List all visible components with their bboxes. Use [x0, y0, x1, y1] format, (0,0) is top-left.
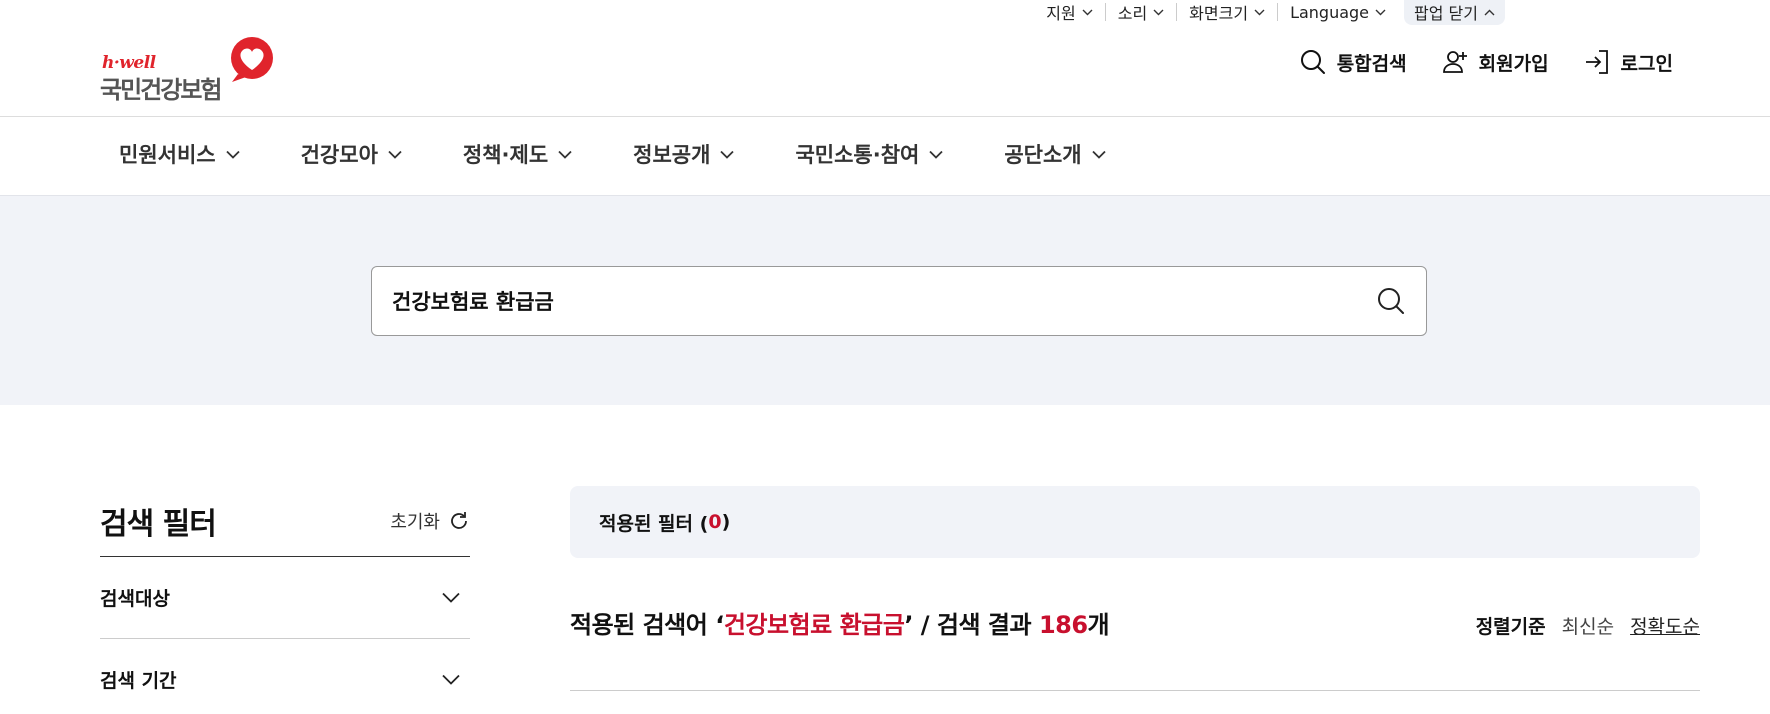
screen-size-menu[interactable]: 화면크기	[1176, 3, 1277, 23]
chevron-down-icon	[929, 150, 943, 159]
support-menu[interactable]: 지원	[1034, 3, 1104, 23]
chevron-down-icon	[225, 150, 240, 159]
applied-filter-count: 0	[708, 511, 722, 533]
chevron-down-icon	[442, 674, 460, 685]
chevron-down-icon	[558, 150, 572, 159]
sort-accuracy[interactable]: 정확도순	[1630, 612, 1700, 639]
login-button[interactable]: 로그인	[1583, 48, 1673, 76]
results-divider	[570, 690, 1700, 691]
login-icon	[1585, 50, 1608, 74]
language-label: Language	[1290, 2, 1370, 22]
result-summary: 적용된 검색어 ‘건강보험료 환급금’ / 검색 결과 186개	[570, 605, 1110, 640]
reset-label: 초기화	[390, 511, 440, 533]
add-user-icon	[1442, 51, 1467, 73]
filter-section-period[interactable]: 검색 기간	[100, 639, 470, 714]
chevron-down-icon	[1091, 150, 1106, 159]
chevron-down-icon	[442, 592, 460, 603]
applied-filter-suffix: )	[721, 511, 731, 533]
header-actions: 통합검색 회원가입 로그인	[1299, 48, 1673, 76]
search-input[interactable]	[372, 267, 1356, 335]
search-filter-panel: 검색 필터 초기화 검색대상 검색 기간	[100, 485, 470, 714]
nav-label: 국민소통·참여	[795, 143, 920, 167]
summary-middle: ’ / 검색 결과	[904, 611, 1039, 639]
nav-about[interactable]: 공단소개	[1004, 139, 1106, 169]
nav-disclosure[interactable]: 정보공개	[633, 139, 735, 169]
filter-reset-button[interactable]: 초기화	[390, 508, 470, 534]
nav-civil-service[interactable]: 민원서비스	[119, 139, 240, 169]
search-icon	[1300, 50, 1325, 74]
nav-label: 정책·제도	[462, 143, 549, 167]
result-count: 186	[1038, 611, 1088, 639]
chevron-down-icon	[1153, 9, 1164, 15]
sound-menu[interactable]: 소리	[1104, 3, 1176, 23]
chevron-down-icon	[720, 150, 735, 159]
sort-latest[interactable]: 최신순	[1562, 612, 1614, 639]
search-submit-button[interactable]	[1356, 266, 1426, 336]
sound-label: 소리	[1117, 4, 1148, 23]
header-divider	[0, 116, 1770, 117]
support-label: 지원	[1046, 4, 1076, 23]
search-icon	[1378, 288, 1404, 314]
refresh-icon	[451, 511, 467, 529]
popup-close-label: 팝업 닫기	[1414, 4, 1478, 23]
filter-section-label: 검색대상	[100, 588, 170, 610]
chevron-down-icon	[1082, 9, 1093, 15]
chevron-up-icon	[1484, 9, 1495, 15]
filter-title: 검색 필터	[100, 506, 217, 542]
login-label: 로그인	[1620, 52, 1673, 75]
nav-label: 공단소개	[1004, 143, 1082, 167]
applied-filter-prefix: 적용된 필터 (	[599, 512, 709, 535]
search-section	[0, 195, 1770, 405]
summary-prefix: 적용된 검색어 ‘	[570, 611, 724, 639]
search-box	[371, 266, 1427, 336]
summary-keyword: 건강보험료 환급금	[723, 611, 905, 639]
nhis-logo[interactable]: h·well 국민건강보험	[100, 36, 280, 104]
filter-section-label: 검색 기간	[100, 670, 177, 692]
nav-label: 건강모아	[300, 143, 378, 167]
summary-suffix: 개	[1087, 611, 1110, 639]
language-menu[interactable]: Language	[1277, 2, 1398, 22]
integrated-search-label: 통합검색	[1336, 52, 1407, 75]
screen-size-label: 화면크기	[1189, 4, 1249, 23]
heart-logo-icon	[231, 37, 273, 82]
nav-label: 정보공개	[633, 143, 711, 167]
nav-policy[interactable]: 정책·제도	[463, 139, 572, 169]
nav-participation[interactable]: 국민소통·참여	[795, 139, 943, 169]
main-nav: 민원서비스 건강모아 정책·제도 정보공개 국민소통·참여 공단소개	[119, 139, 1106, 169]
signup-label: 회원가입	[1478, 52, 1549, 75]
popup-close-button[interactable]: 팝업 닫기	[1404, 0, 1505, 25]
filter-header: 검색 필터 초기화	[100, 485, 470, 557]
filter-section-target[interactable]: 검색대상	[100, 557, 470, 639]
logo-name: 국민건강보험	[100, 76, 222, 104]
signup-button[interactable]: 회원가입	[1441, 48, 1549, 76]
integrated-search-button[interactable]: 통합검색	[1299, 48, 1407, 76]
utility-bar: 지원 소리 화면크기 Language 팝업 닫기	[1034, 0, 1505, 25]
sort-label: 정렬기준	[1475, 616, 1546, 638]
applied-filter-box: 적용된 필터 (0)	[570, 486, 1700, 558]
chevron-down-icon	[1375, 9, 1386, 15]
nav-label: 민원서비스	[119, 143, 216, 167]
chevron-down-icon	[1254, 9, 1265, 15]
sort-options: 정렬기준 최신순 정확도순	[1476, 612, 1700, 639]
nav-health-moa[interactable]: 건강모아	[301, 139, 402, 169]
chevron-down-icon	[388, 150, 402, 159]
